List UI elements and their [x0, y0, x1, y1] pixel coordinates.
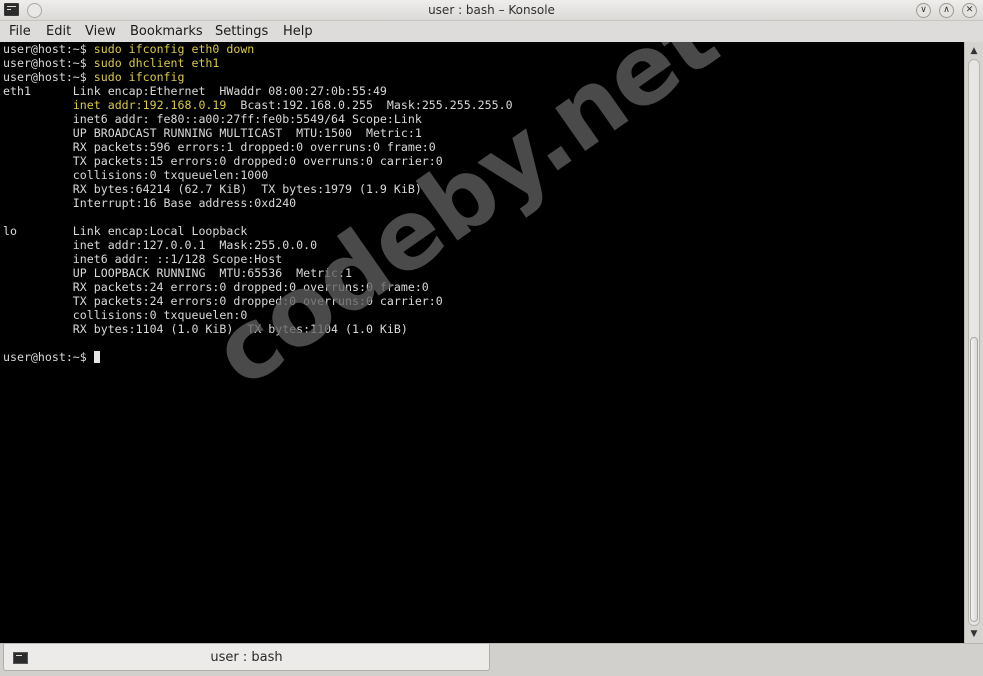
menu-edit[interactable]: Edit: [46, 24, 71, 39]
command: sudo ifconfig eth0 down: [93, 42, 255, 56]
terminal-line: inet6 addr: fe80::a00:27ff:fe0b:5549/64 …: [3, 112, 422, 126]
menu-help[interactable]: Help: [283, 24, 313, 39]
close-button[interactable]: ✕: [962, 3, 977, 18]
scroll-thumb[interactable]: [970, 337, 978, 622]
terminal-line: lo Link encap:Local Loopback: [3, 224, 248, 238]
terminal-line: user@host:~$ sudo dhclient eth1: [3, 56, 219, 70]
terminal-line: RX packets:596 errors:1 dropped:0 overru…: [3, 140, 436, 154]
menu-file[interactable]: File: [9, 24, 31, 39]
maximize-button[interactable]: ∧: [939, 3, 954, 18]
title-bar[interactable]: user : bash – Konsole ∨ ∧ ✕: [0, 0, 983, 21]
terminal-line: eth1 Link encap:Ethernet HWaddr 08:00:27…: [3, 84, 387, 98]
terminal-line: RX bytes:64214 (62.7 KiB) TX bytes:1979 …: [3, 182, 422, 196]
terminal-line: inet addr:127.0.0.1 Mask:255.0.0.0: [3, 238, 318, 252]
window-title: user : bash – Konsole: [428, 3, 555, 17]
prompt: user@host:~$: [3, 70, 94, 84]
command: sudo dhclient eth1: [93, 56, 220, 70]
terminal-line: user@host:~$: [3, 350, 100, 364]
terminal-line: user@host:~$ sudo ifconfig: [3, 70, 185, 84]
text-cursor: [93, 351, 100, 363]
command: sudo ifconfig: [93, 70, 185, 84]
terminal-line: TX packets:15 errors:0 dropped:0 overrun…: [3, 154, 443, 168]
terminal-line: inet6 addr: ::1/128 Scope:Host: [3, 252, 283, 266]
menu-bookmarks[interactable]: Bookmarks: [130, 24, 203, 39]
menu-bar: File Edit View Bookmarks Settings Help: [0, 21, 983, 42]
scroll-track[interactable]: [968, 59, 980, 626]
scroll-up-arrow-icon[interactable]: ▲: [965, 44, 983, 58]
terminal-line: UP BROADCAST RUNNING MULTICAST MTU:1500 …: [3, 126, 422, 140]
terminal-line: user@host:~$ sudo ifconfig eth0 down: [3, 42, 254, 56]
terminal-line: collisions:0 txqueuelen:1000: [3, 168, 269, 182]
prompt: user@host:~$: [3, 42, 94, 56]
tab-user-bash[interactable]: user : bash: [3, 644, 490, 671]
terminal-line: Interrupt:16 Base address:0xd240: [3, 196, 297, 210]
highlighted-ip: inet addr:192.168.0.19: [72, 98, 227, 112]
menu-settings[interactable]: Settings: [215, 24, 268, 39]
terminal-line: inet addr:192.168.0.19 Bcast:192.168.0.2…: [3, 98, 513, 112]
vertical-scrollbar[interactable]: ▲ ▼: [964, 42, 983, 643]
tab-label: user : bash: [210, 650, 283, 665]
prompt: user@host:~$: [3, 350, 94, 364]
scroll-down-arrow-icon[interactable]: ▼: [965, 627, 983, 641]
prompt: user@host:~$: [3, 56, 94, 70]
minimize-button[interactable]: ∨: [916, 3, 931, 18]
line-rest: Bcast:192.168.0.255 Mask:255.255.255.0: [226, 98, 513, 112]
menu-view[interactable]: View: [85, 24, 116, 39]
tab-bar: user : bash: [0, 643, 983, 676]
terminal-output[interactable]: user@host:~$ sudo ifconfig eth0 down use…: [0, 42, 964, 643]
